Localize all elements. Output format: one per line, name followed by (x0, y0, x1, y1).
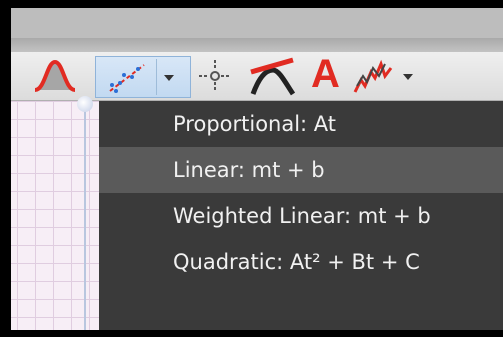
title-bar (11, 8, 503, 38)
dropdown-arrow-icon[interactable] (401, 72, 415, 82)
title-bar-strip (11, 38, 503, 52)
menu-item-label: Linear: mt + b (173, 158, 325, 182)
button-divider (156, 59, 157, 95)
menu-item-weighted-linear[interactable]: Weighted Linear: mt + b (99, 193, 503, 239)
menu-item-proportional[interactable]: Proportional: At (99, 101, 503, 147)
menu-item-quadratic[interactable]: Quadratic: At² + Bt + C (99, 239, 503, 285)
graph-cursor-handle[interactable] (77, 96, 93, 112)
examine-crosshair-icon[interactable] (195, 56, 235, 96)
text-annotation-icon[interactable]: A (311, 54, 340, 94)
statistics-icon[interactable] (351, 56, 397, 96)
gaussian-peak-icon[interactable] (31, 56, 79, 96)
app-window: A Proportional: At Linear: mt + b Weight… (11, 8, 503, 330)
menu-item-label: Quadratic: At² + Bt + C (173, 250, 420, 274)
toolbar: A (11, 52, 503, 101)
tangent-icon[interactable] (247, 56, 297, 96)
graph-area[interactable] (11, 101, 103, 330)
curve-fit-dropdown-menu: Proportional: At Linear: mt + b Weighted… (99, 101, 503, 330)
menu-item-label: Weighted Linear: mt + b (173, 204, 431, 228)
curve-fit-icon (109, 64, 145, 93)
menu-item-linear[interactable]: Linear: mt + b (99, 147, 503, 193)
curve-fit-button[interactable] (95, 56, 191, 98)
menu-item-label: Proportional: At (173, 112, 337, 136)
dropdown-arrow-icon[interactable] (162, 73, 176, 83)
graph-cursor-line[interactable] (84, 106, 86, 330)
